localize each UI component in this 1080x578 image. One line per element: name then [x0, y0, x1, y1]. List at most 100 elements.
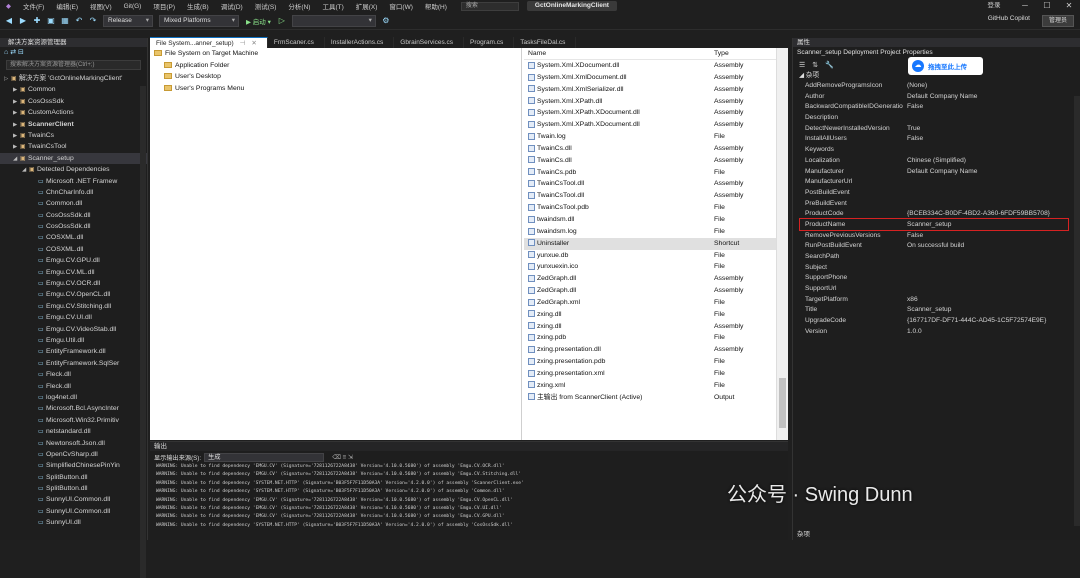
file-list-row[interactable]: TwainCs.dll Assembly	[524, 143, 776, 155]
property-value[interactable]	[905, 145, 1075, 156]
menu-item[interactable]: 扩展(X)	[350, 1, 384, 11]
solution-tree-item[interactable]: ▭ Common.dll	[0, 198, 147, 209]
menu-item[interactable]: 测试(S)	[249, 1, 283, 11]
solution-tree-item[interactable]: ◢ ▣ Detected Dependencies	[0, 164, 147, 175]
menu-item[interactable]: Git(G)	[118, 3, 148, 10]
home-icon[interactable]: ⌂	[4, 49, 8, 56]
expander-icon[interactable]: ▶	[13, 131, 20, 141]
file-list-row[interactable]: twaindsm.log File	[524, 226, 776, 238]
file-system-folder[interactable]: User's Programs Menu	[150, 83, 521, 95]
property-row[interactable]: InstallAllUsers False	[793, 134, 1080, 145]
solution-tree-item[interactable]: ▶ ▣ ScannerClient	[0, 119, 147, 130]
platform-select[interactable]: Mixed Platforms	[159, 15, 239, 27]
file-list-row[interactable]: ZedGraph.dll Assembly	[524, 285, 776, 297]
expander-icon[interactable]: ▶	[13, 85, 20, 95]
solution-tree-item[interactable]: ▭ COSXML.dll	[0, 232, 147, 243]
github-copilot-button[interactable]: GitHub Copilot	[988, 15, 1030, 22]
property-value[interactable]: Chinese (Simplified)	[905, 156, 1075, 167]
expander-icon[interactable]: ▶	[13, 97, 20, 107]
tab-2[interactable]: InstallerActions.cs	[325, 37, 395, 48]
expander-icon[interactable]: ◢	[22, 165, 29, 175]
menu-item[interactable]: 视图(V)	[84, 1, 118, 11]
solution-scrollbar[interactable]	[140, 86, 146, 578]
solution-tree-item[interactable]: ▭ ChnCharInfo.dll	[0, 187, 147, 198]
close-tab-icon[interactable]: ✕	[251, 40, 256, 47]
file-list-row[interactable]: TwainCsTool.pdb File	[524, 202, 776, 214]
solution-search-input[interactable]: 搜索解决方案资源管理器(Ctrl+;)	[6, 60, 141, 70]
solution-tree-item[interactable]: ▭ Emgu.CV.OCR.dll	[0, 278, 147, 289]
tools-icon[interactable]: ⚙	[381, 16, 391, 26]
file-list-row[interactable]: System.Xml.XPath.XDocument.dll Assembly	[524, 119, 776, 131]
property-row[interactable]: RunPostBuildEvent On successful build	[793, 241, 1080, 252]
property-row[interactable]: Keywords	[793, 145, 1080, 156]
undo-icon[interactable]: ↶	[74, 16, 84, 26]
file-list-row[interactable]: zxing.pdb File	[524, 332, 776, 344]
file-list-row[interactable]: zxing.presentation.xml File	[524, 368, 776, 380]
solution-tree-item[interactable]: ▶ ▣ Common	[0, 84, 147, 95]
property-value[interactable]: False	[905, 231, 1075, 242]
file-list-row[interactable]: zxing.presentation.dll Assembly	[524, 344, 776, 356]
solution-tree-item[interactable]: ▭ Emgu.CV.GPU.dll	[0, 255, 147, 266]
property-row[interactable]: DetectNewerInstalledVersion True	[793, 124, 1080, 135]
property-value[interactable]	[905, 273, 1075, 284]
solution-tree-item[interactable]: ▭ Emgu.CV.OpenCL.dll	[0, 289, 147, 300]
file-list-row[interactable]: System.Xml.XPath.dll Assembly	[524, 96, 776, 108]
file-list-row[interactable]: zxing.dll Assembly	[524, 321, 776, 333]
file-list-row[interactable]: System.Xml.XmlSerializer.dll Assembly	[524, 84, 776, 96]
file-list-scrollbar[interactable]	[776, 48, 788, 440]
save-all-icon[interactable]: ▦	[60, 16, 70, 26]
menu-item[interactable]: 项目(P)	[147, 1, 181, 11]
property-value[interactable]	[905, 263, 1075, 274]
property-value[interactable]: Default Company Name	[905, 92, 1075, 103]
property-row[interactable]: ManufacturerUrl	[793, 177, 1080, 188]
property-value[interactable]: False	[905, 134, 1075, 145]
alphabetical-icon[interactable]: ⇅	[812, 61, 818, 69]
login-link[interactable]: 登录	[974, 0, 1014, 12]
solution-tree-item[interactable]: ▭ Emgu.CV.ML.dll	[0, 267, 147, 278]
file-list-row[interactable]: System.Xml.XmlDocument.dll Assembly	[524, 72, 776, 84]
property-row[interactable]: Description	[793, 113, 1080, 124]
solution-tree-item[interactable]: ▭ SunnyUI.dll	[0, 517, 147, 528]
property-row[interactable]: PostBuildEvent	[793, 188, 1080, 199]
file-list-row[interactable]: zxing.presentation.pdb File	[524, 356, 776, 368]
solution-tree-item[interactable]: ▭ Microsoft .NET Framew	[0, 176, 147, 187]
wrench-icon[interactable]: 🔧	[825, 61, 834, 69]
solution-tree-item[interactable]: ▭ Fleck.dll	[0, 369, 147, 380]
properties-scrollbar[interactable]	[1074, 96, 1080, 526]
target-select[interactable]	[291, 15, 376, 27]
solution-tree-item[interactable]: ▭ EntityFramework.dll	[0, 346, 147, 357]
property-row[interactable]: BackwardCompatibleIDGeneratio False	[793, 102, 1080, 113]
property-row[interactable]: SupportUrl	[793, 284, 1080, 295]
solution-tree-item[interactable]: ▭ CosOssSdk.dll	[0, 221, 147, 232]
property-value[interactable]	[905, 252, 1075, 263]
file-list-row[interactable]: System.Xml.XPath.XDocument.dll Assembly	[524, 107, 776, 119]
property-row[interactable]: Localization Chinese (Simplified)	[793, 156, 1080, 167]
property-value[interactable]: 1.0.0	[905, 327, 1075, 338]
configuration-select[interactable]: Release	[103, 15, 153, 27]
minimize-icon[interactable]: ─	[1014, 0, 1036, 12]
property-row[interactable]: Subject	[793, 263, 1080, 274]
solution-tree-item[interactable]: ◢ ▣ Scanner_setup	[0, 152, 147, 165]
upload-badge[interactable]: ☁ 拖拽至此上传	[908, 57, 983, 75]
property-value[interactable]: Scanner_setup	[905, 305, 1075, 316]
run-without-debug-icon[interactable]: ▷	[277, 16, 287, 26]
solution-tree-item[interactable]: ▭ Fleck.dll	[0, 381, 147, 392]
categorized-icon[interactable]: ☰	[799, 61, 805, 69]
solution-tree-item[interactable]: ▭ netstandard.dll	[0, 426, 147, 437]
solution-tree-item[interactable]: ▭ SplitButton.dll	[0, 472, 147, 483]
file-list-row[interactable]: TwainCsTool.dll Assembly	[524, 190, 776, 202]
menu-item[interactable]: 分析(N)	[282, 1, 316, 11]
property-value[interactable]: False	[905, 102, 1075, 113]
solution-tree-item[interactable]: ▶ ▣ TwainCs	[0, 130, 147, 141]
solution-tree-item[interactable]: ▭ Emgu.CV.UI.dll	[0, 312, 147, 323]
expander-icon[interactable]: ▶	[13, 108, 20, 118]
property-value[interactable]: True	[905, 124, 1075, 135]
property-row[interactable]: SearchPath	[793, 252, 1080, 263]
expander-icon[interactable]: ◢	[13, 154, 20, 164]
file-list-row[interactable]: Twain.log File	[524, 131, 776, 143]
file-list-row[interactable]: yunxue.db File	[524, 250, 776, 262]
property-value[interactable]	[905, 113, 1075, 124]
clear-output-icon[interactable]: ⌫ ≡ ⇲	[332, 454, 353, 461]
tab-0[interactable]: File System...anner_setup) ⊣ ✕	[150, 37, 268, 48]
property-row[interactable]: TargetPlatform x86	[793, 295, 1080, 306]
